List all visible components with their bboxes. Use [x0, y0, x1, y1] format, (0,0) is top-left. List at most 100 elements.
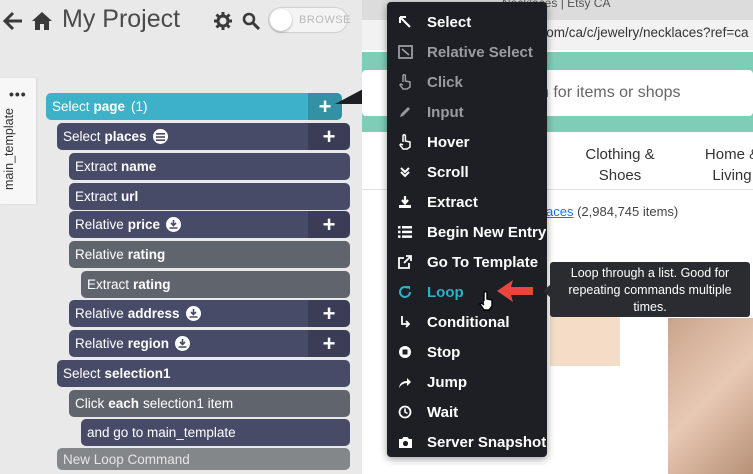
command-extract-url[interactable]: Extract url	[69, 183, 350, 210]
add-command-button[interactable]: +	[308, 123, 350, 150]
command-click-each[interactable]: Click each selection1 item	[69, 390, 350, 417]
command-target: places	[104, 129, 147, 144]
loop-tooltip: Loop through a list. Good for repeating …	[550, 262, 750, 317]
menu-item-label: Scroll	[427, 163, 469, 181]
clock-icon	[397, 404, 413, 420]
new-loop-command[interactable]: New Loop Command	[57, 448, 350, 470]
gear-icon[interactable]	[212, 10, 234, 32]
menu-item-click[interactable]: Click	[397, 67, 547, 97]
back-arrow-icon[interactable]	[2, 10, 24, 32]
camera-icon	[397, 434, 413, 450]
template-side-tab[interactable]: ••• main_template	[0, 78, 36, 204]
command-prefix: Relative	[75, 306, 124, 321]
search-icon[interactable]	[240, 10, 262, 32]
browse-label: BROWSE	[299, 14, 351, 26]
command-prefix: Select	[52, 99, 90, 114]
pencil-icon	[397, 104, 413, 120]
top-toolbar: My Project BROWSE	[0, 0, 362, 42]
menu-item-label: Go To Template	[427, 253, 539, 271]
command-extract-rating[interactable]: Extract rating	[81, 271, 350, 298]
command-prefix: Select	[63, 129, 101, 144]
menu-item-begin-new-entry[interactable]: Begin New Entry	[397, 217, 547, 247]
command-prefix: Relative	[75, 217, 124, 232]
menu-item-label: Stop	[427, 343, 461, 361]
command-select-selection1[interactable]: Select selection1	[57, 360, 350, 387]
red-arrow-icon	[497, 280, 533, 302]
url-text[interactable]: y.com/ca/c/jewelry/necklaces?ref=ca	[530, 25, 748, 40]
command-relative-price[interactable]: Relative price +	[69, 211, 350, 238]
command-extract-name[interactable]: Extract name	[69, 153, 350, 180]
toggle-knob	[270, 9, 292, 31]
relative-select-icon	[397, 44, 413, 60]
menu-item-conditional[interactable]: Conditional	[397, 307, 547, 337]
command-select-places[interactable]: Select places +	[57, 123, 350, 150]
command-relative-rating[interactable]: Relative rating	[69, 241, 350, 268]
menu-item-label: Relative Select	[427, 43, 533, 61]
more-options-icon[interactable]: •••	[9, 86, 27, 102]
menu-item-label: Server Snapshot	[427, 433, 547, 451]
menu-item-label: Loop	[427, 283, 464, 301]
menu-item-label: Jump	[427, 373, 468, 391]
external-link-icon	[397, 254, 413, 270]
add-command-button[interactable]: +	[308, 330, 350, 357]
cursor-icon	[397, 14, 413, 30]
menu-item-select[interactable]: Select	[397, 7, 547, 37]
command-target: address	[127, 306, 180, 321]
nav-home-living[interactable]: Home & Living	[702, 144, 753, 186]
command-target: region	[127, 336, 170, 351]
menu-item-jump[interactable]: Jump	[397, 367, 547, 397]
command-target: rating	[133, 277, 171, 292]
command-prefix: Relative	[75, 336, 124, 351]
menu-item-hover[interactable]: Hover	[397, 127, 547, 157]
click-hand-icon	[397, 74, 413, 90]
command-target: name	[121, 159, 157, 174]
menu-item-go-to-template[interactable]: Go To Template	[397, 247, 547, 277]
command-relative-region[interactable]: Relative region +	[69, 330, 350, 357]
nav-clothing-shoes[interactable]: Clothing & Shoes	[580, 144, 660, 186]
search-placeholder: h for items or shops	[540, 84, 681, 101]
home-icon[interactable]	[31, 10, 53, 32]
template-tab-label: main_template	[2, 108, 16, 190]
list-icon	[152, 129, 168, 144]
hover-hand-icon	[397, 134, 413, 150]
menu-item-stop[interactable]: Stop	[397, 337, 547, 367]
menu-item-scroll[interactable]: Scroll	[397, 157, 547, 187]
download-icon	[185, 306, 201, 321]
new-command-label: New Loop Command	[63, 451, 190, 467]
jump-icon	[397, 374, 413, 390]
menu-item-input[interactable]: Input	[397, 97, 547, 127]
product-photo[interactable]	[668, 318, 753, 474]
browse-toggle[interactable]: BROWSE	[268, 7, 351, 33]
menu-item-extract[interactable]: Extract	[397, 187, 547, 217]
menu-item-wait[interactable]: Wait	[397, 397, 547, 427]
command-prefix: and go to main_template	[87, 425, 236, 440]
menu-item-label: Click	[427, 73, 463, 91]
menu-item-label: Begin New Entry	[427, 223, 547, 241]
menu-item-relative-select[interactable]: Relative Select	[397, 37, 547, 67]
breadcrumb-link[interactable]: aces	[546, 204, 573, 219]
command-suffix: (1)	[131, 99, 148, 114]
command-select-page[interactable]: Select page (1) +	[46, 93, 342, 120]
command-prefix: Click	[75, 396, 105, 411]
scroll-icon	[397, 164, 413, 180]
command-target: price	[127, 217, 161, 232]
command-prefix: Extract	[75, 159, 118, 174]
results-count: (2,984,745 items)	[577, 204, 679, 219]
command-relative-address[interactable]: Relative address +	[69, 300, 350, 327]
loop-icon	[397, 284, 413, 300]
command-prefix: Select	[63, 366, 101, 381]
command-target: page	[93, 99, 126, 114]
menu-item-label: Extract	[427, 193, 478, 211]
command-go-to-template[interactable]: and go to main_template	[81, 419, 350, 446]
list-icon	[397, 224, 413, 240]
menu-item-label: Wait	[427, 403, 459, 421]
menu-item-server-snapshot[interactable]: Server Snapshot	[397, 427, 547, 457]
command-target: each	[108, 396, 140, 411]
menu-item-label: Select	[427, 13, 472, 31]
add-command-button[interactable]: +	[308, 211, 350, 238]
download-icon	[397, 194, 413, 210]
command-prefix: Extract	[87, 277, 130, 292]
add-command-button[interactable]: +	[308, 300, 350, 327]
menu-item-label: Hover	[427, 133, 470, 151]
project-title: My Project	[62, 5, 181, 33]
